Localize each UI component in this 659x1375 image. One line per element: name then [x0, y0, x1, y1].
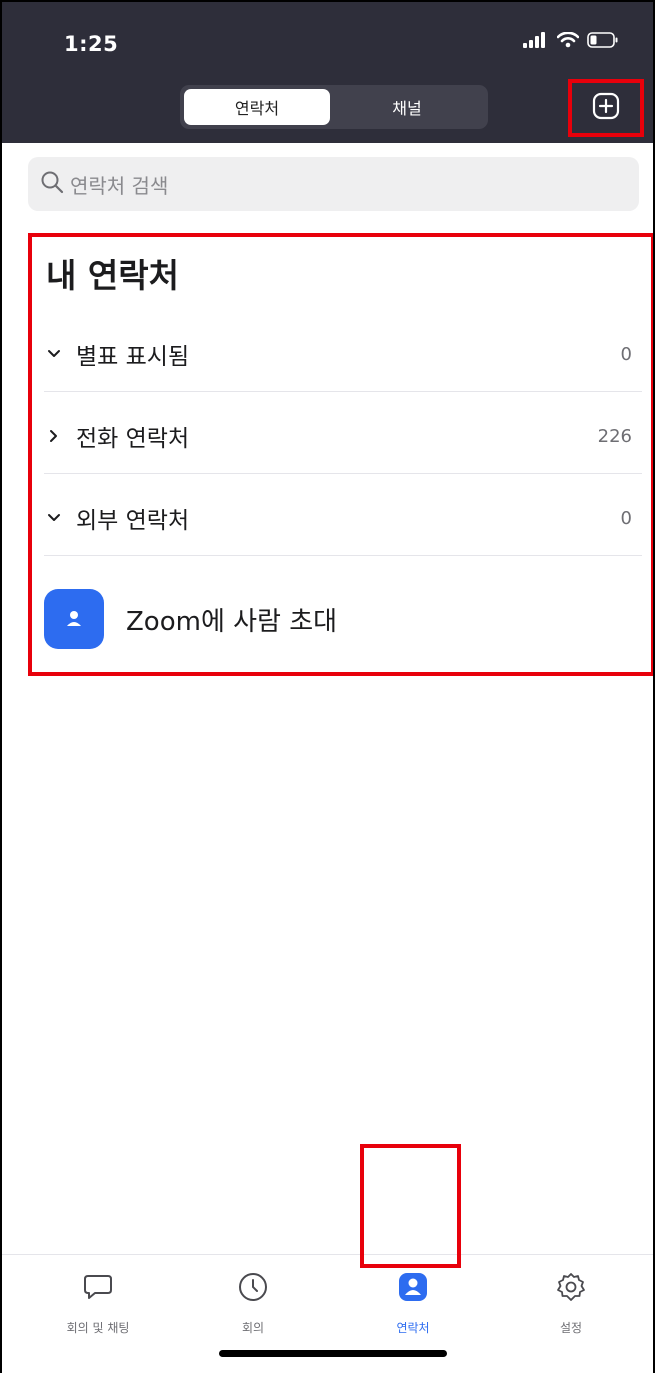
invite-label: Zoom에 사람 초대: [126, 606, 338, 637]
search-icon: [28, 170, 64, 198]
divider: [44, 555, 642, 556]
section-title: 내 연락처: [46, 256, 179, 295]
tab-contacts-bottom[interactable]: 연락처: [343, 1271, 483, 1336]
tab-meetings[interactable]: 회의: [183, 1271, 323, 1336]
group-external-contacts[interactable]: 외부 연락처 0: [44, 477, 632, 559]
chevron-down-icon: [44, 508, 64, 528]
search-input[interactable]: 연락처 검색: [28, 157, 639, 211]
status-time: 1:25: [64, 32, 119, 56]
wifi-icon: [556, 31, 580, 52]
divider: [44, 391, 642, 392]
group-count: 0: [620, 507, 632, 529]
phone-screen: 1:25 연락처 채널 연락처 검색 내 연락처 별표 표시됨 0 전화 연락처…: [0, 0, 655, 1373]
battery-icon: [587, 32, 619, 52]
clock-icon: [237, 1271, 269, 1307]
tab-meetings-chat[interactable]: 회의 및 채팅: [28, 1271, 168, 1336]
chat-bubble-icon: [82, 1271, 114, 1307]
segmented-control: 연락처 채널: [180, 85, 488, 129]
tab-channels[interactable]: 채널: [334, 89, 480, 125]
tab-label: 설정: [559, 1321, 583, 1335]
tab-label: 회의: [241, 1321, 265, 1335]
highlight-contacts-tab: [360, 1144, 461, 1268]
top-bar: 1:25 연락처 채널: [2, 2, 653, 143]
person-icon: [44, 589, 104, 649]
chevron-right-icon: [44, 426, 64, 446]
home-indicator: [219, 1350, 447, 1357]
group-phone-contacts[interactable]: 전화 연락처 226: [44, 395, 632, 477]
group-count: 0: [620, 343, 632, 365]
status-icons: [523, 31, 619, 52]
invite-people-button[interactable]: Zoom에 사람 초대: [44, 589, 337, 649]
tab-label: 회의 및 채팅: [66, 1321, 130, 1335]
tab-contacts[interactable]: 연락처: [184, 89, 330, 125]
add-contact-button[interactable]: [568, 79, 644, 137]
group-starred[interactable]: 별표 표시됨 0: [44, 313, 632, 395]
gear-icon: [555, 1271, 587, 1307]
signal-icon: [523, 32, 549, 52]
contact-icon: [397, 1271, 429, 1307]
chevron-down-icon: [44, 344, 64, 364]
tab-settings[interactable]: 설정: [501, 1271, 641, 1336]
my-contacts-section: 내 연락처 별표 표시됨 0 전화 연락처 226 외부 연락처 0 Zoom에…: [28, 233, 653, 676]
group-label: 전화 연락처: [76, 426, 190, 452]
search-placeholder: 연락처 검색: [70, 173, 169, 198]
group-label: 외부 연락처: [76, 508, 190, 534]
tab-label: 연락처: [396, 1321, 430, 1335]
group-label: 별표 표시됨: [76, 344, 190, 370]
divider: [44, 473, 642, 474]
group-count: 226: [597, 425, 632, 447]
plus-square-icon: [592, 92, 620, 124]
